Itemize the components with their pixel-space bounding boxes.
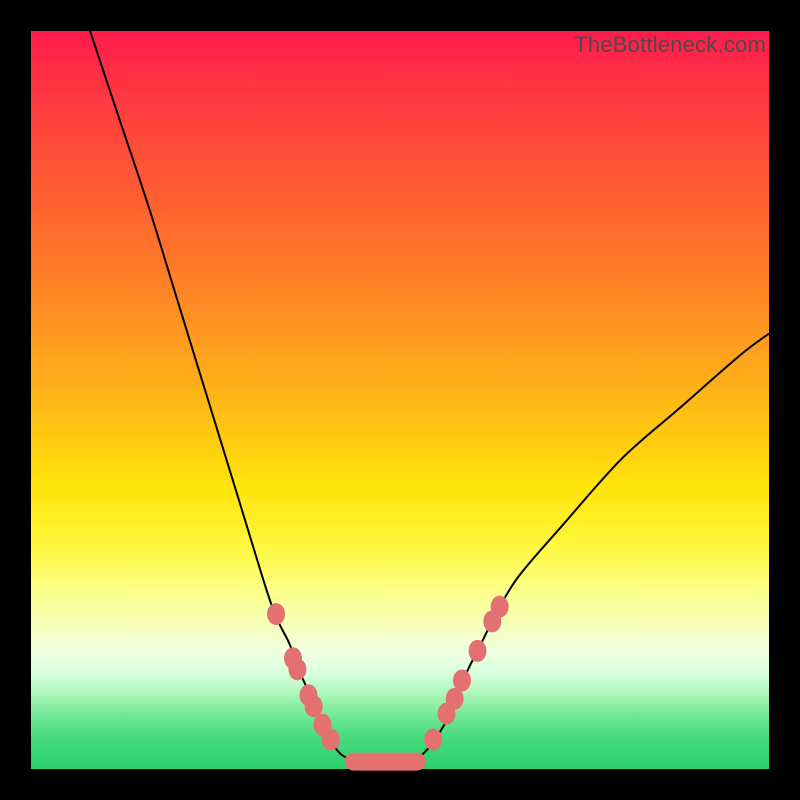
app-frame: TheBottleneck.com: [0, 0, 800, 800]
data-marker: [424, 728, 442, 750]
markers-left-group: [267, 603, 340, 750]
data-marker: [305, 695, 323, 717]
curve-left: [90, 31, 356, 762]
data-marker: [453, 669, 471, 691]
data-marker: [468, 640, 486, 662]
curve-right: [415, 334, 769, 762]
data-marker: [322, 728, 340, 750]
data-marker: [267, 603, 285, 625]
markers-right-group: [424, 596, 508, 751]
curve-trough-marker: [345, 753, 426, 771]
data-marker: [288, 658, 306, 680]
chart-svg: [31, 31, 769, 769]
data-marker: [491, 596, 509, 618]
watermark-label: TheBottleneck.com: [574, 32, 766, 58]
